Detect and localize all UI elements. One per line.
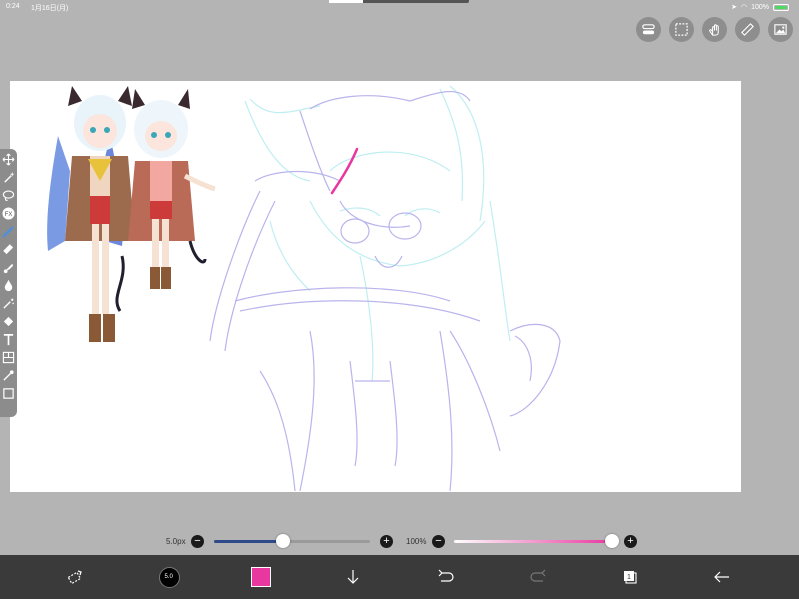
- opacity-label: 100%: [406, 537, 427, 546]
- text-tool[interactable]: [1, 332, 16, 347]
- ruler-button[interactable]: [735, 17, 760, 42]
- magic-brush-tool[interactable]: [1, 296, 16, 311]
- undo-button[interactable]: [431, 562, 461, 592]
- magic-wand-tool[interactable]: [1, 170, 16, 185]
- multitask-indicator[interactable]: [329, 0, 469, 3]
- transform-button[interactable]: [60, 562, 90, 592]
- current-color-swatch: [251, 567, 271, 587]
- battery-percent: 100%: [751, 3, 769, 11]
- brush-size-label: 5.0px: [166, 537, 186, 546]
- redo-icon: [530, 569, 546, 582]
- location-icon: ➤: [731, 4, 737, 11]
- layer-toggle-button[interactable]: [636, 17, 661, 42]
- canvas-tool[interactable]: [1, 386, 16, 401]
- color-button[interactable]: [246, 562, 276, 592]
- left-toolbar: FX: [0, 149, 17, 417]
- size-slider-thumb[interactable]: [275, 534, 290, 548]
- brush-size-badge: 5.0: [164, 573, 173, 580]
- sketch-layer-cyan: [244, 85, 511, 382]
- status-date: 1月16日(月): [31, 5, 69, 12]
- move-tool[interactable]: [1, 152, 16, 167]
- brush-size-preview-button[interactable]: 5.0: [154, 562, 184, 592]
- move-icon: [2, 153, 15, 166]
- status-time: 0:24: [6, 3, 20, 10]
- eyedropper-icon: [3, 370, 14, 381]
- filter-tool[interactable]: FX: [1, 206, 16, 221]
- eraser-tool[interactable]: [1, 242, 16, 257]
- frame-tool[interactable]: [1, 350, 16, 365]
- ruler-icon: [741, 23, 754, 36]
- size-track-fill: [214, 540, 283, 543]
- hand-icon: [709, 24, 719, 36]
- brush-tool[interactable]: [1, 224, 16, 239]
- opacity-decrease-button[interactable]: −: [432, 535, 445, 548]
- back-button[interactable]: [707, 562, 737, 592]
- sketch-layer-purple: [209, 90, 561, 492]
- active-brush-stroke: [330, 147, 359, 195]
- smudge-icon: [3, 263, 14, 274]
- bucket-icon: [3, 316, 14, 327]
- svg-text:1: 1: [627, 574, 631, 581]
- image-icon: [774, 24, 787, 35]
- magic-wand-icon: [4, 171, 15, 183]
- size-decrease-button[interactable]: −: [191, 535, 204, 548]
- material-button[interactable]: [768, 17, 793, 42]
- reference-character-left: [47, 86, 135, 342]
- opacity-slider-thumb[interactable]: [605, 534, 619, 548]
- droplet-icon: [4, 279, 13, 292]
- fx-icon: FX: [2, 207, 15, 220]
- drawing-canvas[interactable]: [10, 81, 741, 492]
- battery-icon: [773, 3, 789, 11]
- transform-icon: [67, 570, 82, 585]
- opacity-track: [454, 540, 612, 543]
- toggle-icon: [642, 24, 655, 35]
- blur-tool[interactable]: [1, 278, 16, 293]
- arrow-down-icon: [347, 570, 359, 584]
- brush-controls: 5.0px − + 100% − +: [0, 534, 799, 550]
- wifi-icon: ◠: [740, 4, 748, 11]
- eyedropper-tool[interactable]: [1, 368, 16, 383]
- lasso-icon: [2, 190, 15, 201]
- undo-icon: [438, 569, 454, 582]
- square-icon: [3, 388, 14, 399]
- brush-icon: [2, 226, 14, 238]
- lasso-tool[interactable]: [1, 188, 16, 203]
- redo-button[interactable]: [523, 562, 553, 592]
- size-increase-button[interactable]: +: [380, 535, 393, 548]
- bottom-bar: 5.0 1: [0, 555, 799, 599]
- arrow-left-icon: [714, 571, 729, 583]
- canvas-artwork: [47, 85, 561, 492]
- import-button[interactable]: [338, 562, 368, 592]
- frame-divider-icon: [2, 351, 15, 364]
- text-icon: [3, 334, 14, 346]
- dashed-selection-icon: [675, 23, 688, 36]
- reference-character-right: [128, 89, 216, 289]
- bucket-tool[interactable]: [1, 314, 16, 329]
- layers-button[interactable]: 1: [615, 562, 645, 592]
- svg-text:FX: FX: [5, 212, 13, 218]
- top-tools: [636, 17, 793, 42]
- smudge-tool[interactable]: [1, 260, 16, 275]
- selection-button[interactable]: [669, 17, 694, 42]
- sparkle-brush-icon: [3, 298, 14, 309]
- eraser-icon: [3, 244, 14, 255]
- status-indicators: ➤ ◠ 100%: [731, 3, 789, 11]
- opacity-increase-button[interactable]: +: [624, 535, 637, 548]
- touch-button[interactable]: [702, 17, 727, 42]
- layers-icon: 1: [624, 571, 637, 584]
- brush-preview-circle: 5.0: [158, 566, 180, 588]
